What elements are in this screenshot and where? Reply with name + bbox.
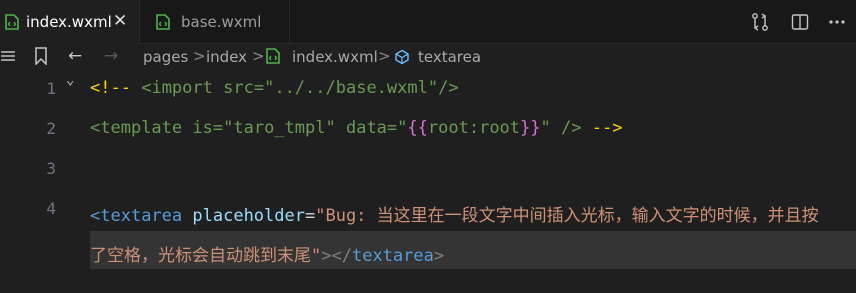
wxml-file-icon [156, 14, 170, 30]
import-tag: import [151, 78, 213, 98]
wxml-file-icon [266, 48, 280, 64]
tab-label: base.wxml [181, 13, 262, 31]
code-line-1: <!-- <import src="../../base.wxml"/> [90, 78, 459, 98]
template-self-close: /> [561, 118, 582, 138]
list-icon[interactable] [1, 48, 15, 64]
fold-chevron-icon[interactable]: ⌄ [66, 72, 74, 88]
breadcrumb: ← → pages > index > index.wxml > textare… [0, 44, 856, 70]
go-forward-icon[interactable]: → [104, 46, 118, 66]
editor-tab-bar: index.wxml ✕ base.wxml [0, 0, 856, 44]
breadcrumb-item-textarea[interactable]: textarea [418, 48, 481, 66]
line-number: 3 [46, 159, 56, 178]
textarea-close-gt: > [433, 246, 445, 266]
breadcrumb-separator: > [378, 47, 391, 65]
template-eq: = [386, 118, 398, 138]
template-quote: " [540, 118, 551, 138]
template-braces-close: }} [520, 118, 541, 138]
tab-label: index.wxml [26, 13, 112, 31]
tab-index-wxml[interactable]: index.wxml ✕ [0, 0, 140, 44]
tab-base-wxml[interactable]: base.wxml [140, 0, 290, 44]
comment-open: <!-- [90, 78, 131, 98]
textarea-lt: < [90, 206, 101, 226]
line-number: 1 [46, 79, 56, 98]
breadcrumb-separator: > [193, 47, 206, 65]
template-expression: root:root [427, 118, 521, 138]
import-lt: < [141, 78, 152, 98]
textarea-close-lt: </ [331, 246, 352, 266]
template-braces-open: {{ [407, 118, 428, 138]
go-back-icon[interactable]: ← [68, 46, 82, 66]
code-editor[interactable]: ⌄ 1 2 3 4 <!-- <import src="../../base.w… [0, 70, 856, 293]
breadcrumb-item-index[interactable]: index [206, 48, 247, 66]
bookmark-icon[interactable] [34, 47, 48, 65]
template-quote: " [397, 118, 408, 138]
comment-close: --> [591, 118, 623, 138]
placeholder-attr: placeholder [192, 206, 305, 226]
placeholder-eq: = [304, 206, 316, 226]
template-is-value: "taro_tmpl" [223, 118, 336, 138]
split-editor-icon[interactable] [790, 12, 810, 32]
template-lt: < [90, 118, 101, 138]
code-line-2: <template is="taro_tmpl" data="{{root:ro… [90, 118, 622, 138]
breadcrumb-item-pages[interactable]: pages [143, 48, 188, 66]
line-number: 2 [46, 119, 56, 138]
template-attr-is: is [192, 118, 213, 138]
textarea-gt: > [321, 246, 332, 266]
close-icon[interactable]: ✕ [113, 11, 127, 31]
symbol-element-icon [395, 49, 409, 65]
import-value: "../../base.wxml" [264, 78, 439, 98]
wxml-file-icon [5, 14, 19, 30]
compare-changes-icon[interactable] [750, 12, 770, 32]
textarea-close-tag: textarea [351, 246, 434, 266]
breadcrumb-separator: > [252, 47, 265, 65]
template-attr-data: data [345, 118, 387, 138]
code-line-4: <textarea placeholder="Bug: 当这里在一段文字中间插入… [90, 196, 830, 276]
import-eq: = [253, 78, 265, 98]
import-attr: src [223, 78, 254, 98]
more-actions-icon[interactable] [827, 12, 847, 32]
breadcrumb-item-file[interactable]: index.wxml [292, 48, 378, 66]
import-close: /> [438, 78, 459, 98]
textarea-tag: textarea [100, 206, 183, 226]
template-eq: = [212, 118, 224, 138]
line-number: 4 [46, 199, 56, 218]
template-tag: template [100, 118, 183, 138]
